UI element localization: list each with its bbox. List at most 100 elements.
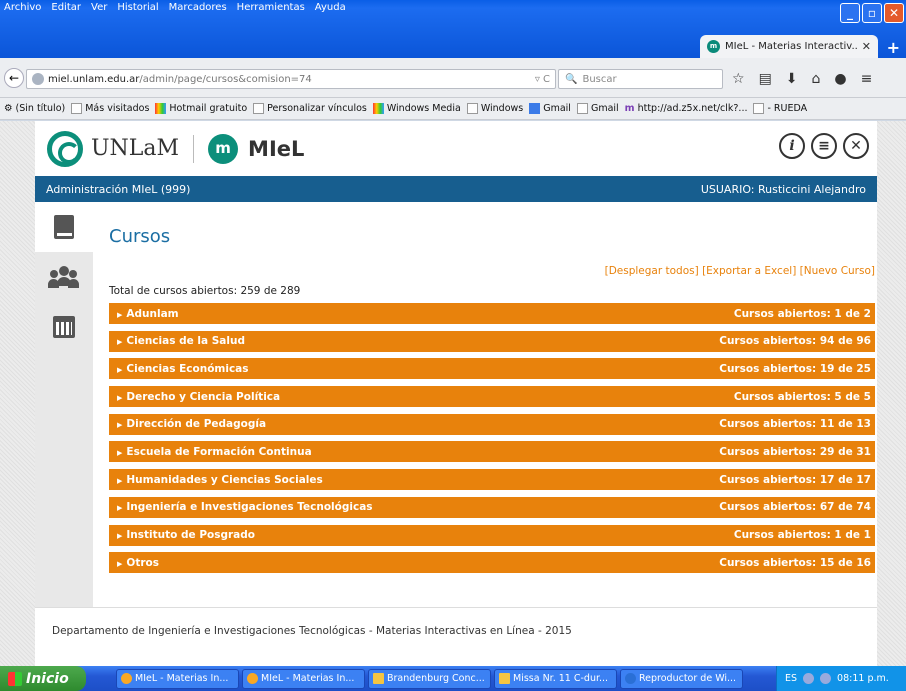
sidebar-item-usuarios[interactable]	[35, 252, 93, 302]
hamburger-menu-icon[interactable]: ≡	[861, 71, 873, 87]
tray-icon[interactable]	[803, 673, 815, 684]
bookmark-item[interactable]: - RUEDA	[753, 103, 807, 114]
menu-marcadores[interactable]: Marcadores	[169, 2, 227, 13]
info-icon[interactable]: i	[779, 133, 805, 159]
media-player-icon	[625, 673, 636, 684]
menu-archivo[interactable]: Archivo	[4, 2, 41, 13]
task-label: Missa Nr. 11 C-dur...	[513, 673, 609, 684]
sidebar-item-cursos[interactable]	[35, 202, 93, 252]
expand-all-link[interactable]: [Desplegar todos]	[605, 265, 699, 277]
reload-icon[interactable]: ▿ C	[535, 74, 550, 85]
bookmark-label: Más visitados	[85, 103, 150, 114]
site-identity-icon[interactable]	[32, 73, 44, 85]
sidebar-item-calendario[interactable]	[35, 302, 93, 352]
chat-icon[interactable]: ●	[834, 71, 846, 87]
department-row[interactable]: ▶ Instituto de Posgrado Cursos abiertos: 1…	[109, 524, 875, 546]
language-indicator[interactable]: ES	[785, 673, 797, 684]
bookmark-item[interactable]: Hotmail gratuito	[155, 103, 247, 114]
caret-right-icon: ▶	[117, 365, 123, 374]
department-row[interactable]: ▶ Escuela de Formación Continua Cursos abi…	[109, 441, 875, 463]
menu-ayuda[interactable]: Ayuda	[315, 2, 346, 13]
admin-label[interactable]: Administración MIeL (999)	[46, 183, 190, 196]
new-tab-button[interactable]: +	[887, 38, 900, 57]
department-row[interactable]: ▶ Ciencias de la Salud Cursos abiertos: 94…	[109, 330, 875, 352]
home-icon[interactable]: ⌂	[812, 71, 821, 87]
department-row[interactable]: ▶ Ciencias Económicas Cursos abiertos: 19 …	[109, 358, 875, 380]
department-row-left: ▶ Escuela de Formación Continua	[117, 446, 312, 458]
menu-ver[interactable]: Ver	[91, 2, 107, 13]
task-label: Reproductor de Wi...	[639, 673, 737, 684]
department-row[interactable]: ▶ Otros Cursos abiertos: 15 de 16	[109, 552, 875, 574]
bookmark-item[interactable]: Windows	[466, 103, 523, 114]
window-titlebar: Archivo Editar Ver Historial Marcadores …	[0, 0, 906, 58]
search-bar[interactable]: 🔍 Buscar	[558, 69, 723, 89]
caret-right-icon: ▶	[117, 476, 123, 485]
bookmark-star-icon[interactable]: ☆	[732, 71, 745, 87]
header-actions: i ≡ ✕	[779, 133, 869, 159]
tab-close-icon[interactable]: ✕	[862, 40, 871, 53]
logo-divider	[193, 134, 195, 163]
department-name: Humanidades y Ciencias Sociales	[126, 473, 323, 486]
department-name: Derecho y Ciencia Política	[126, 390, 281, 403]
menu-editar[interactable]: Editar	[51, 2, 81, 13]
bookmark-item[interactable]: Windows Media	[372, 103, 461, 114]
bookmark-icon	[253, 103, 265, 114]
taskbar-task[interactable]: MIeL - Materias In...	[116, 668, 239, 689]
taskbar-task[interactable]: Missa Nr. 11 C-dur...	[494, 668, 617, 689]
window-close-button[interactable]: ✕	[884, 3, 904, 23]
caret-right-icon: ▶	[117, 504, 123, 513]
msn-icon	[372, 103, 384, 114]
url-bar[interactable]: miel.unlam.edu.ar /admin/page/cursos&com…	[26, 69, 556, 89]
bookmark-icon	[71, 103, 83, 114]
bookmark-item[interactable]: Gmail	[529, 103, 571, 114]
new-course-link[interactable]: [Nuevo Curso]	[800, 265, 875, 277]
department-row-left: ▶ Instituto de Posgrado	[117, 529, 255, 541]
task-label: MIeL - Materias In...	[135, 673, 229, 684]
department-row[interactable]: ▶ Dirección de Pedagogía Cursos abiertos: …	[109, 413, 875, 435]
close-icon[interactable]: ✕	[843, 133, 869, 159]
menu-icon[interactable]: ≡	[811, 133, 837, 159]
menu-historial[interactable]: Historial	[117, 2, 158, 13]
menu-herramientas[interactable]: Herramientas	[237, 2, 305, 13]
bookmark-item[interactable]: Personalizar vínculos	[253, 103, 367, 114]
taskbar-task[interactable]: Reproductor de Wi...	[620, 668, 743, 689]
caret-right-icon: ▶	[117, 532, 123, 540]
department-row[interactable]: ▶ Humanidades y Ciencias Sociales Cursos a…	[109, 469, 875, 491]
department-row-left: ▶ Ciencias Económicas	[117, 363, 249, 375]
bookmark-item[interactable]: ⚙ (Sin título)	[4, 103, 65, 114]
download-icon[interactable]: ⬇	[786, 71, 798, 87]
taskbar-task[interactable]: Brandenburg Conc...	[368, 668, 491, 689]
bookmark-item[interactable]: Gmail	[576, 103, 619, 114]
users-icon	[48, 266, 79, 288]
department-row[interactable]: ▶ Derecho y Ciencia Política Cursos abiert…	[109, 386, 875, 408]
browser-tab[interactable]: m MIeL - Materias Interactiv... ✕	[700, 35, 878, 58]
bookmark-item[interactable]: Más visitados	[71, 103, 149, 114]
windows-taskbar: Inicio MIeL - Materias In... MIeL - Mate…	[0, 666, 906, 691]
minimize-button[interactable]: _	[840, 3, 860, 23]
taskbar-task[interactable]: MIeL - Materias In...	[242, 668, 365, 689]
department-list: ▶ Adunlam Cursos abiertos: 1 de 2 ▶ Ciencias…	[109, 303, 875, 574]
department-row[interactable]: ▶ Adunlam Cursos abiertos: 1 de 2	[109, 303, 875, 324]
bookmark-item[interactable]: m http://ad.z5x.net/clk?...	[625, 103, 748, 114]
clock: 08:11 p.m.	[837, 673, 889, 684]
bookmark-label: Hotmail gratuito	[169, 103, 248, 114]
user-label: USUARIO: Rusticcini Alejandro	[700, 182, 866, 196]
reading-list-icon[interactable]: ▤	[759, 71, 772, 87]
back-button[interactable]: ←	[4, 68, 24, 88]
menu-bar: Archivo Editar Ver Historial Marcadores …	[4, 2, 346, 13]
department-row[interactable]: ▶ Ingeniería e Investigaciones Tecnológic…	[109, 496, 875, 518]
start-button[interactable]: Inicio	[0, 666, 86, 691]
department-row-left: ▶ Ciencias de la Salud	[117, 335, 245, 347]
google-icon	[529, 103, 541, 114]
caret-right-icon: ▶	[117, 338, 123, 347]
department-row-left: ▶ Otros	[117, 557, 159, 569]
export-excel-link[interactable]: [Exportar a Excel]	[702, 265, 796, 277]
maximize-button[interactable]: ▫	[862, 3, 882, 23]
miel-bookmark-icon: m	[624, 103, 635, 114]
bookmark-icon	[576, 103, 588, 114]
open-courses-count: Cursos abiertos: 17 de 17	[719, 473, 871, 486]
site-footer: Departamento de Ingeniería e Investigaci…	[35, 607, 877, 657]
book-icon	[54, 215, 74, 239]
tray-icon[interactable]	[820, 673, 832, 684]
bookmark-icon	[753, 103, 765, 114]
